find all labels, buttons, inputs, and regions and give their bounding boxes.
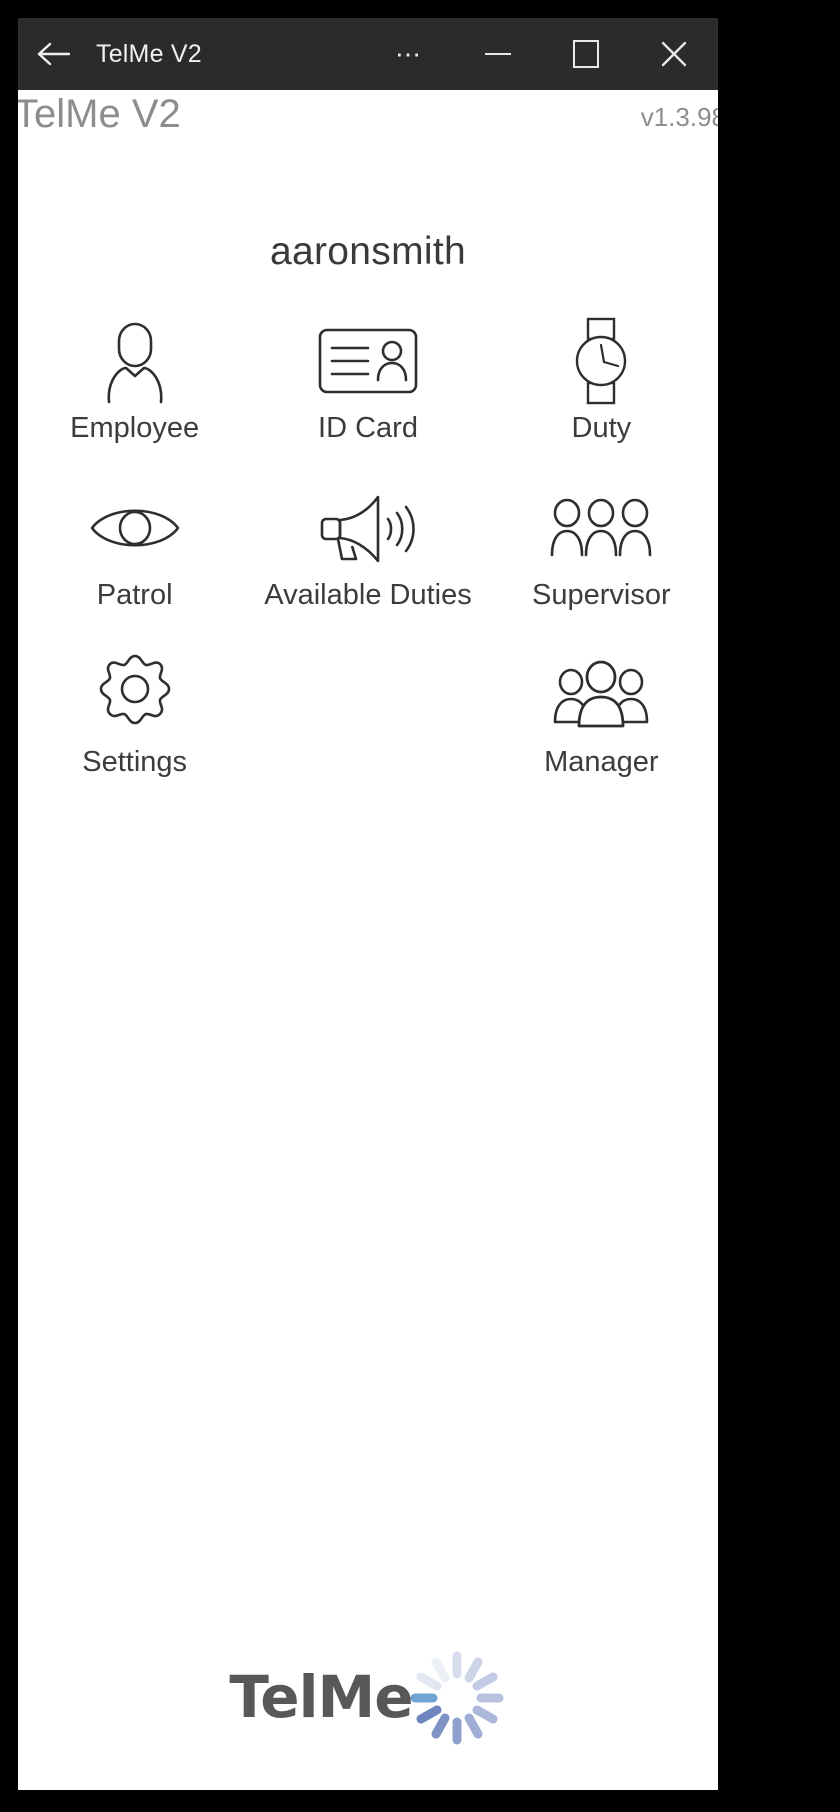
person-icon	[107, 322, 163, 404]
username-label: aaronsmith	[270, 230, 466, 273]
close-button[interactable]	[630, 18, 718, 90]
menu-item-patrol[interactable]: Patrol	[18, 485, 251, 630]
menu-item-label: Available Duties	[264, 579, 472, 611]
minimize-button[interactable]	[454, 18, 542, 90]
logo-wrap: TelMe	[229, 1646, 506, 1748]
menu-item-icon	[87, 485, 183, 571]
id-card-icon	[318, 328, 418, 394]
menu-item-duty[interactable]: Duty	[485, 317, 718, 463]
close-icon	[661, 41, 687, 67]
menu-item-icon	[316, 318, 420, 404]
app-window: TelMe V2 ⋯ TelMe V2 v1.3.98 aaronsmith E…	[18, 18, 718, 1790]
menu-item-icon	[564, 317, 638, 405]
window-titlebar: TelMe V2 ⋯	[18, 18, 718, 90]
menu-item-label: Manager	[544, 746, 659, 778]
app-name-label: TelMe V2	[18, 92, 181, 136]
megaphone-icon	[320, 495, 415, 563]
eye-icon	[90, 509, 179, 547]
window-title: TelMe V2	[96, 39, 202, 68]
footer-logo: TelMe	[18, 1646, 718, 1748]
menu-item-label: Settings	[82, 746, 188, 778]
menu-item-icon	[549, 652, 653, 738]
minimize-icon	[485, 53, 511, 55]
maximize-icon	[573, 40, 599, 68]
menu-item-id-card[interactable]: ID Card	[251, 318, 484, 463]
more-options-button[interactable]: ⋯	[366, 18, 454, 90]
menu-item-available-duties[interactable]: Available Duties	[251, 485, 484, 630]
menu-item-label: Employee	[70, 412, 200, 444]
logo-text: TelMe	[229, 1663, 413, 1731]
menu-item-supervisor[interactable]: Supervisor	[485, 485, 718, 630]
menu-item-label: ID Card	[318, 412, 418, 444]
app-content: TelMe V2 v1.3.98 aaronsmith Employee ID …	[18, 90, 718, 1790]
more-options-icon: ⋯	[395, 39, 425, 69]
back-button[interactable]	[18, 18, 88, 90]
menu-item-label: Patrol	[96, 579, 173, 611]
back-arrow-icon	[37, 42, 70, 66]
menu-item-icon	[92, 652, 178, 738]
menu-item-employee[interactable]: Employee	[18, 318, 251, 463]
gear-icon	[99, 654, 170, 725]
menu-item-icon	[316, 485, 420, 571]
menu-grid: Employee ID Card Duty Patrol Available D…	[18, 317, 718, 797]
three-people-icon	[551, 498, 652, 557]
menu-item-icon	[94, 318, 176, 404]
menu-item-manager[interactable]: Manager	[485, 652, 718, 797]
sunburst-icon	[410, 1651, 504, 1745]
menu-item-label: Duty	[571, 412, 632, 444]
people-group-icon	[554, 660, 649, 728]
app-header: TelMe V2 v1.3.98	[18, 90, 718, 152]
wristwatch-icon	[576, 317, 627, 405]
menu-item-icon	[547, 485, 655, 571]
menu-item-settings[interactable]: Settings	[18, 652, 251, 797]
menu-item-label: Supervisor	[532, 579, 671, 611]
app-version-label: v1.3.98	[640, 102, 718, 132]
maximize-button[interactable]	[542, 18, 630, 90]
